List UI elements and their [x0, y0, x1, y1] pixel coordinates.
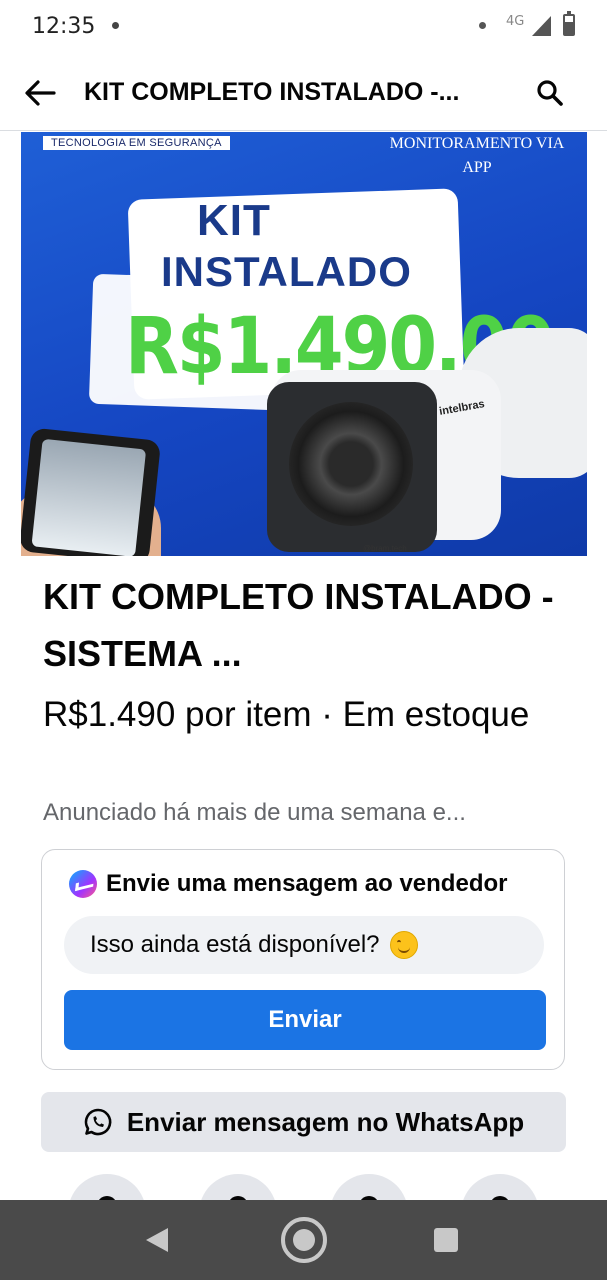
messenger-icon — [69, 870, 97, 898]
back-arrow-icon[interactable] — [20, 73, 60, 113]
nav-back-icon[interactable] — [146, 1228, 168, 1252]
message-input[interactable]: Isso ainda está disponível? — [64, 916, 544, 974]
send-button[interactable]: Enviar — [64, 990, 546, 1050]
product-image[interactable]: TECNOLOGIA EM SEGURANÇA MONITORAMENTO VI… — [21, 132, 587, 556]
image-credit: @bram.tech — [363, 544, 407, 553]
hero-instalado-text: INSTALADO — [161, 248, 412, 295]
product-title: KIT COMPLETO INSTALADO - SISTEMA ... — [43, 576, 554, 674]
status-bar: 12:35 4G — [0, 0, 607, 56]
whatsapp-icon — [84, 1108, 112, 1136]
top-app-bar: KIT COMPLETO INSTALADO -... — [0, 56, 607, 131]
whatsapp-button[interactable]: Enviar mensagem no WhatsApp — [41, 1092, 566, 1152]
message-card-title: Envie uma mensagem ao vendedor — [106, 870, 508, 897]
network-type: 4G — [506, 14, 525, 29]
notification-dot-icon — [112, 22, 119, 29]
signal-icon — [532, 16, 551, 36]
message-action-button[interactable] — [199, 1174, 277, 1200]
battery-icon — [563, 11, 575, 36]
monitoring-text: MONITORAMENTO VIA APP — [389, 135, 565, 176]
whatsapp-button-label: Enviar mensagem no WhatsApp — [126, 1106, 525, 1137]
product-price-availability: R$1.490 por item · Em estoque — [43, 695, 530, 734]
message-input-value: Isso ainda está disponível? — [90, 931, 380, 958]
save-action-button[interactable] — [330, 1174, 408, 1200]
more-action-button[interactable] — [461, 1174, 539, 1200]
action-buttons-row — [0, 1168, 607, 1200]
alert-action-button[interactable] — [68, 1174, 146, 1200]
message-seller-card: Envie uma mensagem ao vendedor Isso aind… — [41, 849, 565, 1070]
nav-home-icon[interactable] — [281, 1217, 327, 1263]
camera-lens-icon — [289, 402, 413, 526]
brand-tagline: TECNOLOGIA EM SEGURANÇA — [43, 136, 230, 150]
status-dot-icon — [479, 22, 486, 29]
status-time: 12:35 — [32, 14, 96, 39]
page-title: KIT COMPLETO INSTALADO -... — [84, 78, 460, 106]
smartphone-image — [21, 427, 162, 556]
nav-recents-icon[interactable] — [434, 1228, 458, 1252]
system-navigation-bar — [0, 1200, 607, 1280]
search-icon[interactable] — [534, 77, 566, 109]
smiley-emoji-icon — [389, 931, 418, 959]
posted-info[interactable]: Anunciado há mais de uma semana e... — [43, 799, 563, 827]
hero-kit-text: KIT — [197, 196, 271, 245]
